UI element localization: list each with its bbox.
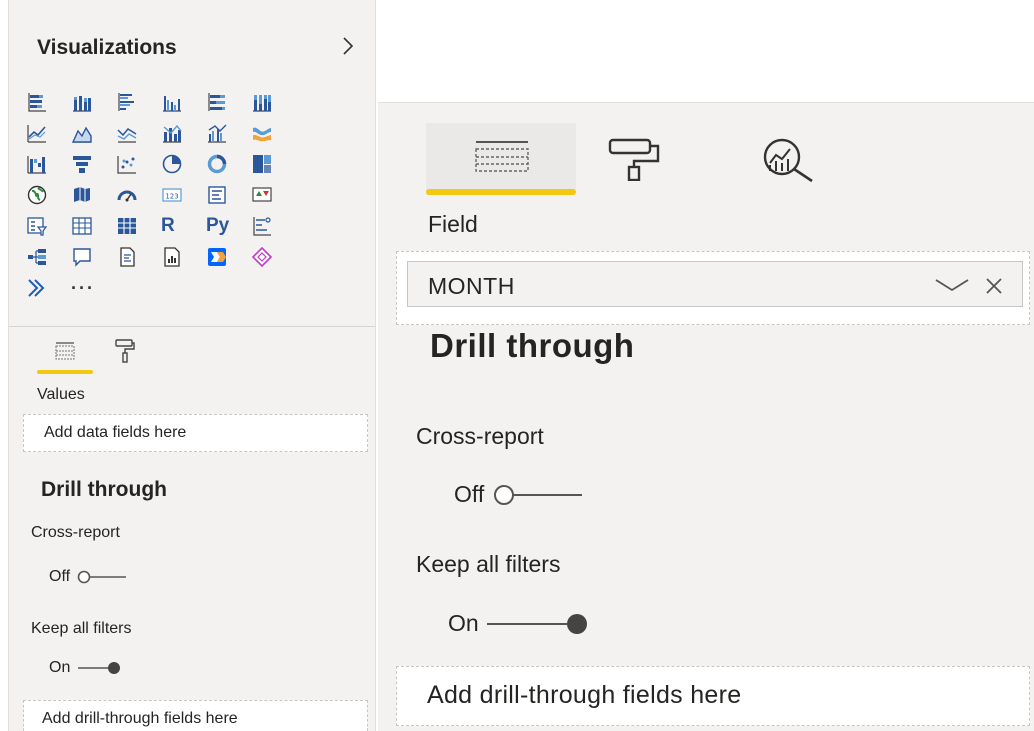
line-and-stacked-column-icon[interactable] [158,117,203,148]
field-label: Field [428,211,478,237]
power-apps-icon[interactable] [248,241,293,272]
toggle-state-label: On [448,610,479,636]
analytics-magnifier-icon [763,138,813,183]
r-script-visual-icon[interactable]: R [158,210,203,241]
tab-analytics[interactable] [756,123,846,195]
toggle-state-label: On [49,659,71,676]
format-paint-roller-icon [608,138,660,181]
chevron-down-icon[interactable] [934,277,970,293]
funnel-chart-icon[interactable] [68,148,113,179]
clustered-bar-chart-icon[interactable] [113,86,158,117]
gauge-icon[interactable] [113,179,158,210]
power-automate-icon[interactable] [203,241,248,272]
keep-all-filters-label: Keep all filters [31,620,132,637]
cross-report-toggle[interactable]: Off [454,481,590,508]
clustered-column-chart-icon[interactable] [158,86,203,117]
qa-icon[interactable] [68,241,113,272]
visual-gallery: 123 R Py ··· [23,86,363,303]
toggle-switch-on [78,662,121,674]
toggle-state-label: Off [49,568,71,585]
svg-text:123: 123 [165,192,178,200]
100-stacked-bar-chart-icon[interactable] [203,86,248,117]
keep-all-filters-toggle[interactable]: On [448,610,595,637]
paginated-report-icon[interactable] [158,241,203,272]
visualizations-pane: Visualizations 123 R Py ··· Values Add d… [8,0,376,731]
toggle-switch-on [486,613,587,634]
drill-through-drop-well[interactable]: Add drill-through fields here [23,700,368,731]
kpi-icon[interactable] [248,179,293,210]
tab-fields[interactable] [426,123,576,195]
area-chart-icon[interactable] [68,117,113,148]
divider [9,326,375,327]
toggle-state-label: Off [454,481,485,507]
map-icon[interactable] [23,179,68,210]
cross-report-label: Cross-report [31,524,120,541]
drill-through-heading: Drill through [430,327,635,364]
arcgis-icon[interactable] [23,272,68,303]
keep-all-filters-toggle[interactable]: On [49,658,134,678]
line-and-clustered-column-icon[interactable] [203,117,248,148]
python-visual-icon[interactable]: Py [203,210,248,241]
toggle-switch-off [77,570,127,584]
field-drop-well: MONTH [396,251,1030,325]
fields-tab-icon [55,342,75,360]
cross-report-label: Cross-report [416,423,544,449]
treemap-icon[interactable] [248,148,293,179]
field-chip-month[interactable]: MONTH [407,261,1023,307]
stacked-area-chart-icon[interactable] [113,117,158,148]
close-icon[interactable] [984,276,1004,296]
tab-format[interactable] [105,334,145,374]
filled-map-icon[interactable] [68,179,113,210]
stacked-column-chart-icon[interactable] [68,86,113,117]
active-tab-indicator [37,370,93,374]
key-influencers-icon[interactable] [248,210,293,241]
drill-through-drop-well[interactable]: Add drill-through fields here [396,666,1030,726]
matrix-icon[interactable] [113,210,158,241]
format-paint-roller-icon [115,339,135,363]
table-icon[interactable] [68,210,113,241]
tab-fields[interactable] [37,334,93,374]
drill-through-fields-pane: Field MONTH Drill through Cross-report O… [378,102,1034,731]
stacked-bar-chart-icon[interactable] [23,86,68,117]
values-drop-well[interactable]: Add data fields here [23,414,368,452]
waterfall-chart-icon[interactable] [23,148,68,179]
toggle-switch-off [494,484,583,505]
card-icon[interactable]: 123 [158,179,203,210]
field-chip-label: MONTH [428,273,515,299]
line-chart-icon[interactable] [23,117,68,148]
tab-format[interactable] [608,123,688,195]
100-stacked-column-chart-icon[interactable] [248,86,293,117]
slicer-icon[interactable] [23,210,68,241]
decomposition-tree-icon[interactable] [23,241,68,272]
more-visuals-icon[interactable]: ··· [68,272,113,303]
multi-row-card-icon[interactable] [203,179,248,210]
smart-narrative-icon[interactable] [113,241,158,272]
cross-report-toggle[interactable]: Off [49,567,134,587]
scatter-chart-icon[interactable] [113,148,158,179]
drill-through-heading: Drill through [41,478,167,501]
fields-tab-icon [475,141,529,172]
active-tab-indicator [426,189,576,195]
donut-chart-icon[interactable] [203,148,248,179]
pane-title: Visualizations [37,36,177,59]
chevron-right-icon[interactable] [336,34,360,58]
keep-all-filters-label: Keep all filters [416,551,561,577]
pie-chart-icon[interactable] [158,148,203,179]
values-label: Values [37,386,85,403]
ribbon-chart-icon[interactable] [248,117,293,148]
